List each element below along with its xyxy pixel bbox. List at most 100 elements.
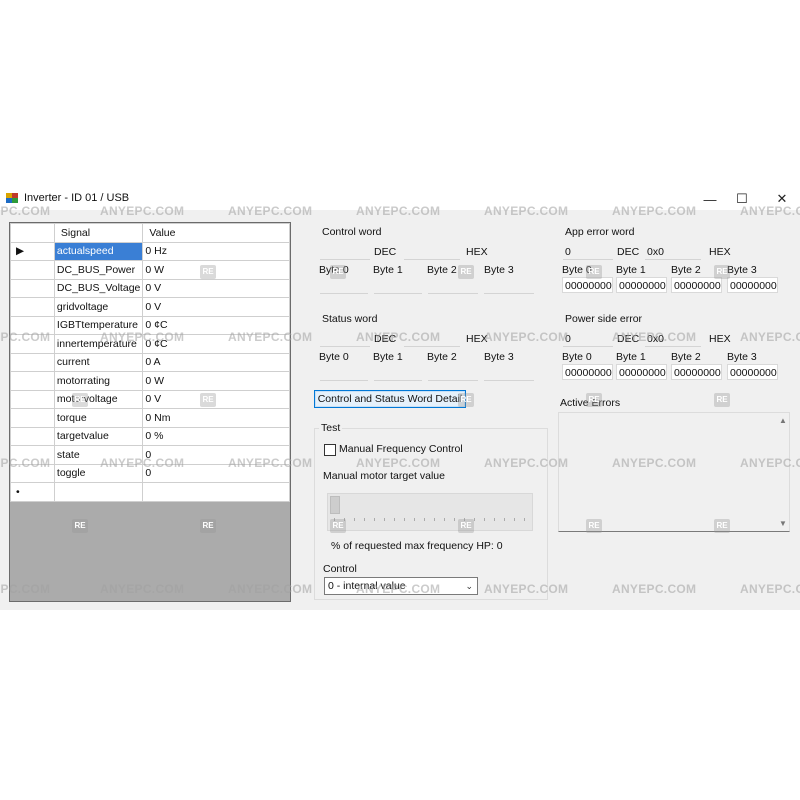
power-error-hex-field[interactable]: 0x0 bbox=[645, 331, 701, 347]
row-header[interactable]: ▶ bbox=[10, 241, 55, 261]
signal-cell[interactable]: innertemperature bbox=[53, 334, 144, 354]
target-value-slider[interactable] bbox=[327, 493, 533, 531]
app-error-byte1-label: Byte 1 bbox=[616, 264, 646, 276]
row-header[interactable] bbox=[10, 334, 55, 354]
signal-cell[interactable]: gridvoltage bbox=[53, 297, 144, 317]
control-word-byte0-field[interactable] bbox=[320, 278, 368, 294]
power-error-byte2-field[interactable]: 00000000 bbox=[671, 364, 722, 380]
app-error-dec-field[interactable]: 0 bbox=[563, 244, 613, 260]
signal-cell[interactable]: current bbox=[53, 352, 144, 372]
control-select[interactable]: 0 - internal value ⌄ bbox=[324, 577, 478, 595]
app-error-hex-field[interactable]: 0x0 bbox=[645, 244, 701, 260]
value-cell[interactable]: 0 bbox=[142, 445, 290, 465]
value-cell[interactable]: 0 V bbox=[142, 297, 290, 317]
active-errors-list[interactable]: ▲ ▼ bbox=[558, 412, 790, 532]
signal-cell[interactable]: motorrating bbox=[53, 371, 144, 391]
value-cell[interactable]: 0 Nm bbox=[142, 408, 290, 428]
power-error-byte3-label: Byte 3 bbox=[727, 351, 757, 363]
table-row[interactable]: motorrating 0 W bbox=[10, 371, 290, 391]
signal-cell[interactable]: motorvoltage bbox=[53, 389, 144, 409]
status-word-byte2-field[interactable] bbox=[428, 365, 478, 381]
table-row[interactable]: toggle 0 bbox=[10, 463, 290, 483]
table-row[interactable]: targetvalue 0 % bbox=[10, 426, 290, 446]
power-error-byte3-field[interactable]: 00000000 bbox=[727, 364, 778, 380]
close-button[interactable]: ✕ bbox=[764, 188, 800, 210]
signal-cell[interactable]: DC_BUS_Power bbox=[53, 260, 144, 280]
row-header[interactable] bbox=[10, 315, 55, 335]
status-word-dec-field[interactable] bbox=[320, 331, 370, 347]
power-error-dec-field[interactable]: 0 bbox=[563, 331, 613, 347]
signal-cell[interactable]: DC_BUS_Voltage bbox=[53, 278, 144, 298]
status-word-byte0-field[interactable] bbox=[320, 365, 368, 381]
minimize-button[interactable]: — bbox=[692, 188, 728, 210]
signal-cell[interactable]: state bbox=[53, 445, 144, 465]
table-row[interactable]: innertemperature 0 ¢C bbox=[10, 334, 290, 354]
slider-thumb[interactable] bbox=[330, 496, 340, 514]
manual-frequency-checkbox[interactable] bbox=[324, 444, 336, 456]
status-word-hex-field[interactable] bbox=[404, 331, 460, 347]
signal-cell[interactable]: IGBTtemperature bbox=[53, 315, 144, 335]
value-cell[interactable]: 0 V bbox=[142, 389, 290, 409]
chevron-down-icon: ⌄ bbox=[465, 581, 473, 591]
active-errors-scrollbar[interactable]: ▲ ▼ bbox=[775, 413, 789, 531]
row-header[interactable] bbox=[10, 260, 55, 280]
row-header[interactable] bbox=[10, 445, 55, 465]
slider-tick bbox=[384, 518, 385, 521]
value-cell[interactable]: 0 V bbox=[142, 278, 290, 298]
table-row[interactable]: state 0 bbox=[10, 445, 290, 465]
column-header-value[interactable]: Value bbox=[142, 223, 290, 243]
control-word-byte2-field[interactable] bbox=[428, 278, 478, 294]
app-error-byte3-field[interactable]: 00000000 bbox=[727, 277, 778, 293]
control-word-dec-field[interactable] bbox=[320, 244, 370, 260]
row-header[interactable] bbox=[10, 389, 55, 409]
column-header-signal[interactable]: Signal bbox=[53, 223, 144, 243]
signal-cell[interactable]: torque bbox=[53, 408, 144, 428]
signal-cell[interactable]: toggle bbox=[53, 463, 144, 483]
new-row[interactable]: • bbox=[10, 482, 290, 502]
control-word-hex-field[interactable] bbox=[404, 244, 460, 260]
row-header[interactable] bbox=[10, 426, 55, 446]
value-cell[interactable]: 0 ¢C bbox=[142, 315, 290, 335]
value-cell[interactable] bbox=[142, 482, 290, 502]
status-word-byte3-field[interactable] bbox=[484, 365, 534, 381]
row-header[interactable] bbox=[10, 352, 55, 372]
slider-tick bbox=[414, 518, 415, 521]
table-row[interactable]: DC_BUS_Power 0 W bbox=[10, 260, 290, 280]
table-row[interactable]: current 0 A bbox=[10, 352, 290, 372]
table-row[interactable]: torque 0 Nm bbox=[10, 408, 290, 428]
maximize-button[interactable]: ☐ bbox=[724, 188, 760, 210]
table-row[interactable]: ▶ actualspeed 0 Hz bbox=[10, 241, 290, 261]
value-cell[interactable]: 0 A bbox=[142, 352, 290, 372]
scroll-down-icon[interactable]: ▼ bbox=[779, 519, 787, 528]
row-header[interactable] bbox=[10, 408, 55, 428]
row-header[interactable] bbox=[10, 278, 55, 298]
signal-cell[interactable] bbox=[53, 482, 144, 502]
signal-cell[interactable]: actualspeed bbox=[53, 241, 144, 261]
scroll-up-icon[interactable]: ▲ bbox=[779, 416, 787, 425]
table-row[interactable]: DC_BUS_Voltage 0 V bbox=[10, 278, 290, 298]
value-cell[interactable]: 0 % bbox=[142, 426, 290, 446]
table-row[interactable]: gridvoltage 0 V bbox=[10, 297, 290, 317]
signal-grid[interactable]: Signal Value ▶ actualspeed 0 Hz DC_BUS_Powe… bbox=[9, 222, 291, 602]
row-header[interactable] bbox=[10, 371, 55, 391]
row-header[interactable] bbox=[10, 463, 55, 483]
control-word-byte1-field[interactable] bbox=[374, 278, 422, 294]
table-row[interactable]: IGBTtemperature 0 ¢C bbox=[10, 315, 290, 335]
signal-cell[interactable]: targetvalue bbox=[53, 426, 144, 446]
app-error-byte0-field[interactable]: 00000000 bbox=[562, 277, 613, 293]
title-bar[interactable]: Inverter - ID 01 / USB — ☐ ✕ bbox=[0, 188, 800, 210]
control-status-detail-button[interactable]: Control and Status Word Detail bbox=[314, 390, 466, 408]
value-cell[interactable]: 0 ¢C bbox=[142, 334, 290, 354]
power-error-byte1-field[interactable]: 00000000 bbox=[616, 364, 667, 380]
value-cell[interactable]: 0 Hz bbox=[142, 241, 290, 261]
row-header[interactable] bbox=[10, 297, 55, 317]
value-cell[interactable]: 0 W bbox=[142, 260, 290, 280]
value-cell[interactable]: 0 bbox=[142, 463, 290, 483]
status-word-byte1-field[interactable] bbox=[374, 365, 422, 381]
app-error-byte1-field[interactable]: 00000000 bbox=[616, 277, 667, 293]
table-row[interactable]: motorvoltage 0 V bbox=[10, 389, 290, 409]
value-cell[interactable]: 0 W bbox=[142, 371, 290, 391]
power-error-byte0-field[interactable]: 00000000 bbox=[562, 364, 613, 380]
control-word-byte3-field[interactable] bbox=[484, 278, 534, 294]
app-error-byte2-field[interactable]: 00000000 bbox=[671, 277, 722, 293]
